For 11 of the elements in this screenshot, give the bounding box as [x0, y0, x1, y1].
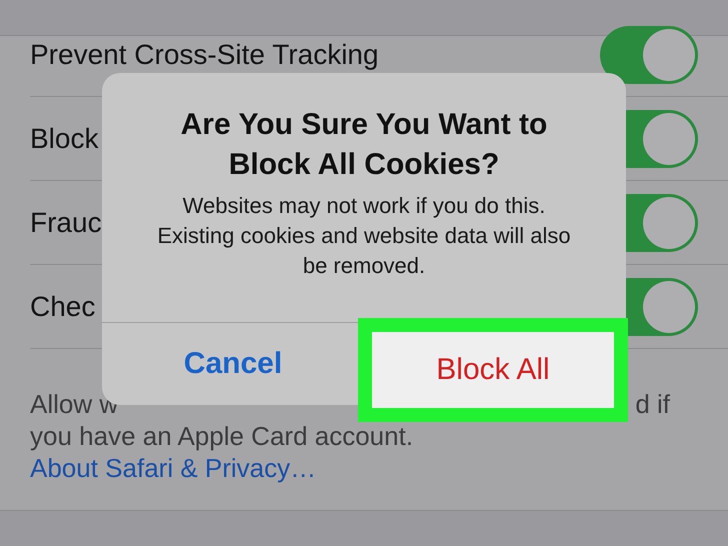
setting-label: Frauc	[30, 207, 102, 239]
setting-label: Prevent Cross-Site Tracking	[30, 39, 379, 71]
dialog-message: Websites may not work if you do this. Existing cookies and website data will also be removed.	[156, 192, 572, 280]
privacy-link[interactable]: About Safari & Privacy…	[30, 452, 316, 484]
setting-label: Block	[30, 123, 98, 155]
block-all-button[interactable]: Block All	[372, 332, 614, 408]
dialog-title: Are You Sure You Want to Block All Cookies?	[180, 107, 548, 183]
cancel-button[interactable]: Cancel	[176, 343, 290, 385]
setting-label: Chec	[30, 291, 96, 323]
footer-text: d if	[635, 388, 670, 420]
footer-text: you have an Apple Card account.	[30, 420, 414, 452]
